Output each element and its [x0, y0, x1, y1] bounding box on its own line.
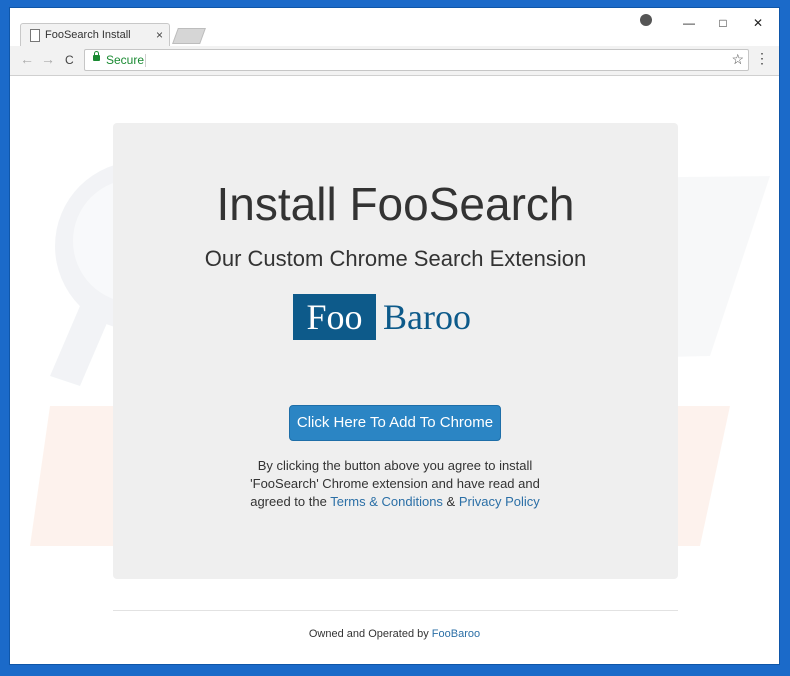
footer-divider: [113, 610, 678, 611]
page-content: Install FooSearch Our Custom Chrome Sear…: [10, 76, 779, 664]
tab-title: FooSearch Install: [45, 29, 131, 41]
bookmark-star-icon[interactable]: ☆: [731, 51, 744, 68]
browser-tab[interactable]: FooSearch Install ×: [20, 23, 170, 47]
lock-icon: [93, 51, 100, 61]
address-bar[interactable]: Secure ☆: [84, 49, 749, 71]
minimize-button[interactable]: —: [680, 16, 698, 30]
agreement-line-1: By clicking the button above you agree t…: [257, 458, 533, 473]
logo-baroo: Baroo: [383, 297, 471, 337]
agreement-amp: &: [442, 494, 459, 509]
browser-toolbar: ← → C Secure ☆ ⋮: [10, 46, 779, 76]
agreement-line-2: 'FooSearch' Chrome extension and have re…: [250, 476, 540, 491]
close-window-button[interactable]: ✕: [749, 16, 767, 30]
agreement-line-3-text: agreed to the: [250, 494, 331, 509]
tab-close-icon[interactable]: ×: [156, 28, 163, 42]
agreement-line-3: agreed to the Terms & Conditions & Priva…: [195, 493, 595, 511]
terms-link[interactable]: Terms & Conditions: [330, 494, 443, 509]
menu-icon[interactable]: ⋮: [755, 51, 769, 65]
add-to-chrome-button[interactable]: Click Here To Add To Chrome: [289, 405, 501, 441]
footer-text: Owned and Operated by: [308, 628, 432, 640]
reload-button[interactable]: C: [65, 53, 74, 67]
maximize-button[interactable]: □: [714, 16, 732, 30]
secure-label: Secure: [106, 53, 145, 67]
new-tab-button[interactable]: [172, 28, 206, 44]
page-subtitle: Our Custom Chrome Search Extension: [204, 246, 587, 271]
address-separator: [145, 54, 146, 67]
browser-window: FooSearch Install × — □ ✕ ← → C Secure ☆…: [10, 8, 779, 664]
privacy-link[interactable]: Privacy Policy: [459, 494, 540, 509]
title-bar: FooSearch Install × — □ ✕: [10, 8, 779, 47]
foobaroo-logo: Foo Baroo: [293, 294, 498, 340]
forward-button[interactable]: →: [41, 51, 55, 67]
foobaroo-link[interactable]: FooBaroo: [432, 628, 480, 640]
footer: Owned and Operated by FooBaroo: [10, 628, 779, 640]
install-panel: Install FooSearch Our Custom Chrome Sear…: [113, 123, 678, 579]
back-button[interactable]: ←: [20, 51, 34, 67]
page-icon: [30, 29, 40, 42]
agreement-text: By clicking the button above you agree t…: [195, 457, 595, 511]
account-icon[interactable]: [640, 14, 652, 26]
page-title: Install FooSearch: [216, 178, 575, 230]
logo-foo: Foo: [293, 294, 376, 340]
